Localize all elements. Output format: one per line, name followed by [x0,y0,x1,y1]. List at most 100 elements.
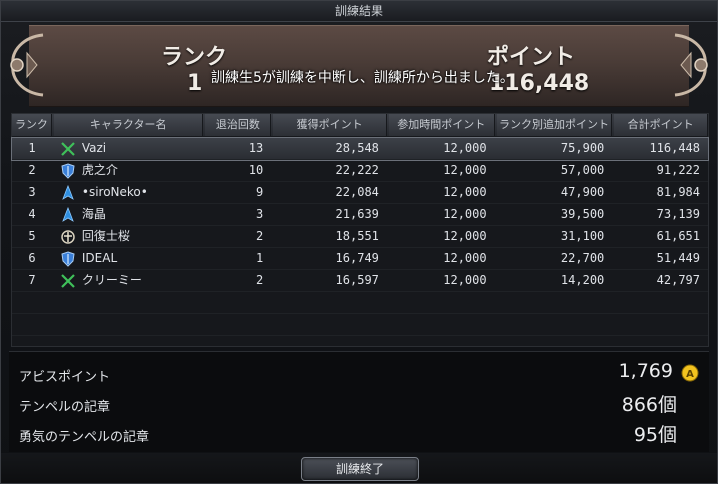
rank-value: 1 [187,71,203,96]
row-subdue: 10 [248,163,264,177]
row-total: 42,797 [656,273,701,287]
row-time: 12,000 [443,141,487,155]
row-name: •siroNeko• [81,185,148,199]
empty-row [12,314,708,336]
result-banner: ランク 1 ポイント 116,448 訓練生5が訓練を中断し、訓練所から出ました… [1,21,717,109]
courage-badge-row: 勇気のテンペルの記章 95個 [19,420,699,450]
abyss-points-value: 1,769 [618,360,673,382]
row-total: 91,222 [656,163,701,177]
table-row[interactable]: 4 海晶 3 21,639 12,000 39,500 73,139 [12,204,708,226]
cleric-icon [61,229,75,244]
column-header-name[interactable]: キャラクター名 [53,114,204,136]
table-row[interactable]: 7 クリーミー 2 16,597 12,000 14,200 42,797 [12,270,708,292]
table-header: ランク キャラクター名 退治回数 獲得ポイント 参加時間ポイント ランク別追加ポ… [12,114,708,136]
row-character: 海晶 [54,204,204,225]
ornament-right-icon [674,33,708,97]
system-notice: 訓練生5が訓練を中断し、訓練所から出ました。 [211,70,514,86]
column-header-rank[interactable]: ランク [12,114,52,136]
row-character: 虎之介 [54,160,204,181]
end-training-button[interactable]: 訓練終了 [301,457,419,481]
table-row[interactable]: 5 回復士桜 2 18,551 12,000 31,100 61,651 [12,226,708,248]
row-bonus: 75,900 [560,141,605,155]
row-earned: 28,548 [335,141,379,155]
row-rank: 1 [28,141,36,155]
row-character: •siroNeko• [54,182,204,203]
banner-background [29,25,689,107]
row-subdue: 2 [256,229,264,243]
training-result-window: 訓練結果 ランク 1 ポイント 116,448 訓練生5が訓練を中断し、訓練所か… [0,0,718,484]
courage-badge-value: 95個 [633,424,677,446]
table-body: 1 Vazi 13 28,548 12,000 75,900 116,448 2… [11,137,709,358]
table-row[interactable]: 6 IDEAL 1 16,749 12,000 22,700 51,449 [12,248,708,270]
column-header-subdue[interactable]: 退治回数 [205,114,272,136]
row-subdue: 9 [256,185,264,199]
row-earned: 16,749 [335,251,379,265]
row-character: 回復士桜 [54,226,204,247]
empty-row [12,292,708,314]
row-earned: 22,222 [335,163,379,177]
abyss-points-label: アビスポイント [19,370,111,385]
row-total: 81,984 [656,185,701,199]
row-subdue: 1 [256,251,264,265]
results-table: ランク キャラクター名 退治回数 獲得ポイント 参加時間ポイント ランク別追加ポ… [11,113,709,358]
row-rank: 4 [28,207,36,221]
row-rank: 5 [28,229,36,243]
column-header-bonus[interactable]: ランク別追加ポイント [496,114,613,136]
ornament-left-icon [10,33,44,97]
row-bonus: 47,900 [560,185,605,199]
row-name: Vazi [81,141,107,155]
row-bonus: 22,700 [560,251,605,265]
row-earned: 18,551 [335,229,379,243]
reward-summary: アビスポイント 1,769 A テンペルの記章 866個 勇気のテンペルの記章 … [9,351,709,452]
row-time: 12,000 [443,251,487,265]
footer: 訓練終了 [1,453,717,483]
row-name: 海晶 [81,207,106,221]
row-earned: 21,639 [335,207,379,221]
row-bonus: 57,000 [560,163,605,177]
table-row[interactable]: 1 Vazi 13 28,548 12,000 75,900 116,448 [11,137,709,161]
abyss-points-row: アビスポイント 1,769 A [19,360,699,390]
row-total: 73,139 [656,207,701,221]
row-time: 12,000 [443,273,487,287]
row-name: クリーミー [81,273,142,287]
row-bonus: 14,200 [560,273,605,287]
shield-icon [61,250,75,267]
column-header-earned[interactable]: 獲得ポイント [273,114,387,136]
column-header-time[interactable]: 参加時間ポイント [388,114,495,136]
row-name: 回復士桜 [81,229,130,243]
svg-text:A: A [686,369,694,380]
row-character: クリーミー [54,270,204,291]
row-rank: 6 [28,251,36,265]
row-character: Vazi [54,138,204,159]
table-row[interactable]: 3 •siroNeko• 9 22,084 12,000 47,900 81,9… [12,182,708,204]
row-character: IDEAL [54,248,204,269]
row-time: 12,000 [443,207,487,221]
table-row[interactable]: 2 虎之介 10 22,222 12,000 57,000 91,222 [12,160,708,182]
row-time: 12,000 [443,185,487,199]
temple-badge-row: テンペルの記章 866個 [19,390,699,420]
row-earned: 16,597 [335,273,379,287]
column-header-total[interactable]: 合計ポイント [614,114,708,136]
row-subdue: 13 [248,141,264,155]
sword-cross-icon [61,273,75,288]
shield-icon [61,162,75,179]
mage-icon [62,206,74,222]
row-earned: 22,084 [335,185,379,199]
row-name: 虎之介 [81,163,118,177]
row-subdue: 3 [256,207,264,221]
window-title: 訓練結果 [1,1,717,22]
courage-badge-label: 勇気のテンペルの記章 [19,430,150,445]
row-name: IDEAL [81,251,118,265]
sword-cross-icon [61,141,75,156]
row-total: 116,448 [649,141,701,155]
row-total: 61,651 [656,229,701,243]
abyss-point-icon: A [681,364,699,382]
row-rank: 3 [28,185,36,199]
row-bonus: 31,100 [560,229,605,243]
temple-badge-value: 866個 [621,394,677,416]
row-time: 12,000 [443,229,487,243]
row-subdue: 2 [256,273,264,287]
mage-icon [62,184,74,200]
row-time: 12,000 [443,163,487,177]
temple-badge-label: テンペルの記章 [19,400,111,415]
